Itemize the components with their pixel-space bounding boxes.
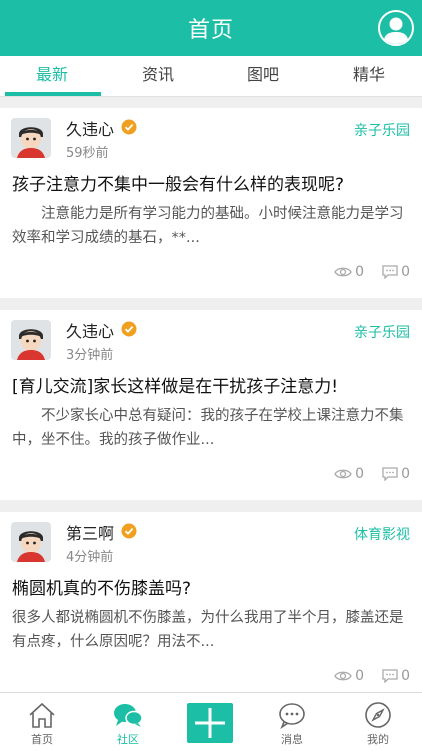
verified-badge-icon: [121, 119, 137, 135]
comment-count: 0: [401, 668, 410, 684]
home-icon: [29, 702, 55, 728]
nav-messages[interactable]: 消息: [250, 693, 334, 751]
author-avatar[interactable]: [11, 118, 51, 158]
author-name[interactable]: 久违心: [66, 116, 114, 140]
compass-icon: [365, 702, 391, 728]
view-count: 0: [355, 264, 365, 280]
tab-news[interactable]: 资讯: [108, 56, 208, 96]
message-icon: [279, 703, 305, 729]
nav-messages-label: 消息: [281, 733, 303, 746]
post-category[interactable]: 亲子乐园: [354, 322, 410, 342]
author-avatar[interactable]: [11, 320, 51, 360]
post-stats: 0 0: [334, 668, 410, 684]
app-header: 首页: [0, 0, 422, 56]
author-name[interactable]: 第三啊: [66, 520, 114, 544]
post-time: 59秒前: [66, 146, 109, 161]
author-name[interactable]: 久违心: [66, 318, 114, 342]
nav-home-label: 首页: [31, 733, 53, 746]
profile-avatar-button[interactable]: [378, 10, 414, 46]
eye-icon: [334, 671, 352, 681]
post-category[interactable]: 体育影视: [354, 524, 410, 544]
view-count: 0: [355, 466, 365, 482]
comment-count: 0: [401, 466, 410, 482]
author-avatar[interactable]: [11, 522, 51, 562]
post-excerpt: 注意能力是所有学习能力的基础。小时候注意能力是学习效率和学习成绩的基石，**..…: [12, 206, 404, 246]
comment-icon: [382, 669, 398, 683]
post-stats: 0 0: [334, 264, 410, 280]
comment-count: 0: [401, 264, 410, 280]
comment-icon: [382, 467, 398, 481]
post-stats: 0 0: [334, 466, 410, 482]
eye-icon: [334, 469, 352, 479]
post-time: 4分钟前: [66, 550, 114, 565]
post-time: 3分钟前: [66, 348, 114, 363]
new-post-button[interactable]: [187, 703, 233, 743]
nav-community-label: 社区: [117, 733, 139, 746]
post-title[interactable]: 孩子注意力不集中一般会有什么样的表现呢?: [12, 170, 344, 195]
comment-icon: [382, 265, 398, 279]
plus-icon: [195, 708, 225, 738]
post-card[interactable]: 第三啊 4分钟前 体育影视 椭圆机真的不伤膝盖吗? 很多人都说椭圆机不伤膝盖，为…: [0, 512, 422, 702]
community-icon: [114, 704, 143, 727]
nav-mine-label: 我的: [367, 733, 389, 746]
verified-badge-icon: [121, 523, 137, 539]
post-excerpt: 很多人都说椭圆机不伤膝盖，为什么我用了半个月，膝盖还是有点疼，什么原因呢？用法不…: [12, 610, 404, 650]
bottom-nav: 首页 社区 消息 我的: [0, 692, 422, 751]
page-title: 首页: [187, 18, 234, 43]
verified-badge-icon: [121, 321, 137, 337]
tab-featured[interactable]: 精华: [319, 56, 419, 96]
post-excerpt: 不少家长心中总有疑问：我的孩子在学校上课注意力不集中，坐不住。我的孩子做作业..…: [12, 408, 404, 448]
nav-community[interactable]: 社区: [86, 693, 170, 751]
post-card[interactable]: 久违心 3分钟前 亲子乐园 [育儿交流]家长这样做是在干扰孩子注意力! 不少家长…: [0, 310, 422, 500]
post-card[interactable]: 久违心 59秒前 亲子乐园 孩子注意力不集中一般会有什么样的表现呢? 注意能力是…: [0, 108, 422, 298]
view-count: 0: [355, 668, 365, 684]
tab-gallery[interactable]: 图吧: [213, 56, 313, 96]
nav-home[interactable]: 首页: [0, 693, 84, 751]
post-category[interactable]: 亲子乐园: [354, 120, 410, 140]
post-title[interactable]: 椭圆机真的不伤膝盖吗?: [12, 574, 191, 599]
user-avatar-icon: [383, 17, 409, 44]
nav-mine[interactable]: 我的: [336, 693, 420, 751]
tab-active-indicator: [5, 92, 101, 96]
post-title[interactable]: [育儿交流]家长这样做是在干扰孩子注意力!: [12, 372, 338, 397]
tab-latest[interactable]: 最新: [2, 56, 102, 96]
eye-icon: [334, 267, 352, 277]
tab-bar: 最新 资讯 图吧 精华: [0, 56, 422, 97]
